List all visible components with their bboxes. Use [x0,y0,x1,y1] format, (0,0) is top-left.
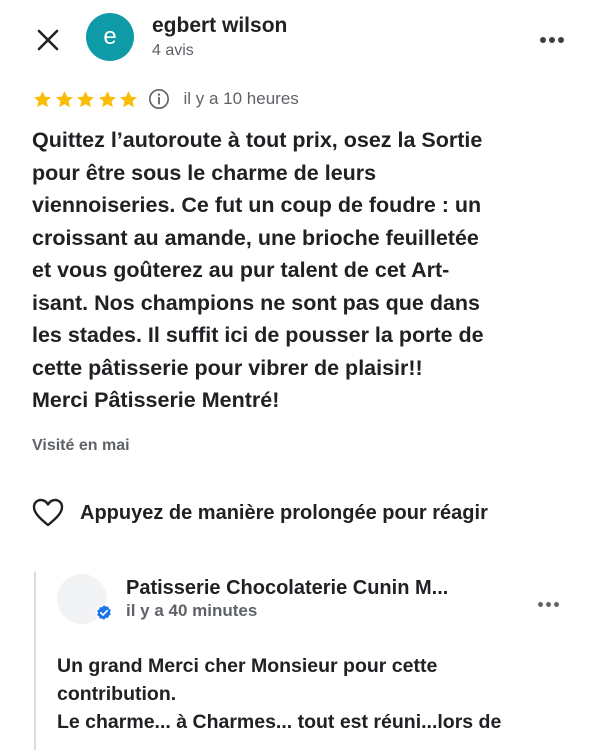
author-name[interactable]: egbert wilson [152,14,287,38]
review-text: Quittez l’autoroute à tout prix, osez la… [32,128,484,412]
react-label: Appuyez de manière prolongée pour réagir [80,501,488,524]
verified-badge-icon [95,604,113,622]
reply-divider [34,572,36,750]
owner-name[interactable]: Patisserie Chocolaterie Cunin M... [126,577,448,600]
visited-date: Visité en mai [32,437,130,454]
heart-icon [32,498,64,527]
react-button[interactable]: Appuyez de manière prolongée pour réagir [32,498,488,528]
owner-reply-time: il y a 40 minutes [126,601,258,620]
star-icon [120,90,137,107]
author-review-count: 4 avis [152,42,194,59]
star-icon [34,90,51,107]
review-detail-page: e egbert wilson 4 avis il y a 10 heures … [0,0,600,750]
info-icon[interactable] [148,88,170,110]
avatar-initial: e [103,23,117,50]
avatar[interactable]: e [86,13,134,61]
close-icon[interactable] [34,26,62,54]
star-rating [32,89,140,110]
more-options-icon[interactable] [540,30,570,44]
rating-row: il y a 10 heures [32,88,299,110]
star-icon [98,90,116,107]
owner-reply-text: Un grand Merci cher Monsieur pour cette … [57,655,502,733]
star-icon [77,90,94,107]
star-icon [55,90,73,107]
review-time: il y a 10 heures [183,89,299,108]
owner-more-options-icon[interactable] [538,594,566,607]
